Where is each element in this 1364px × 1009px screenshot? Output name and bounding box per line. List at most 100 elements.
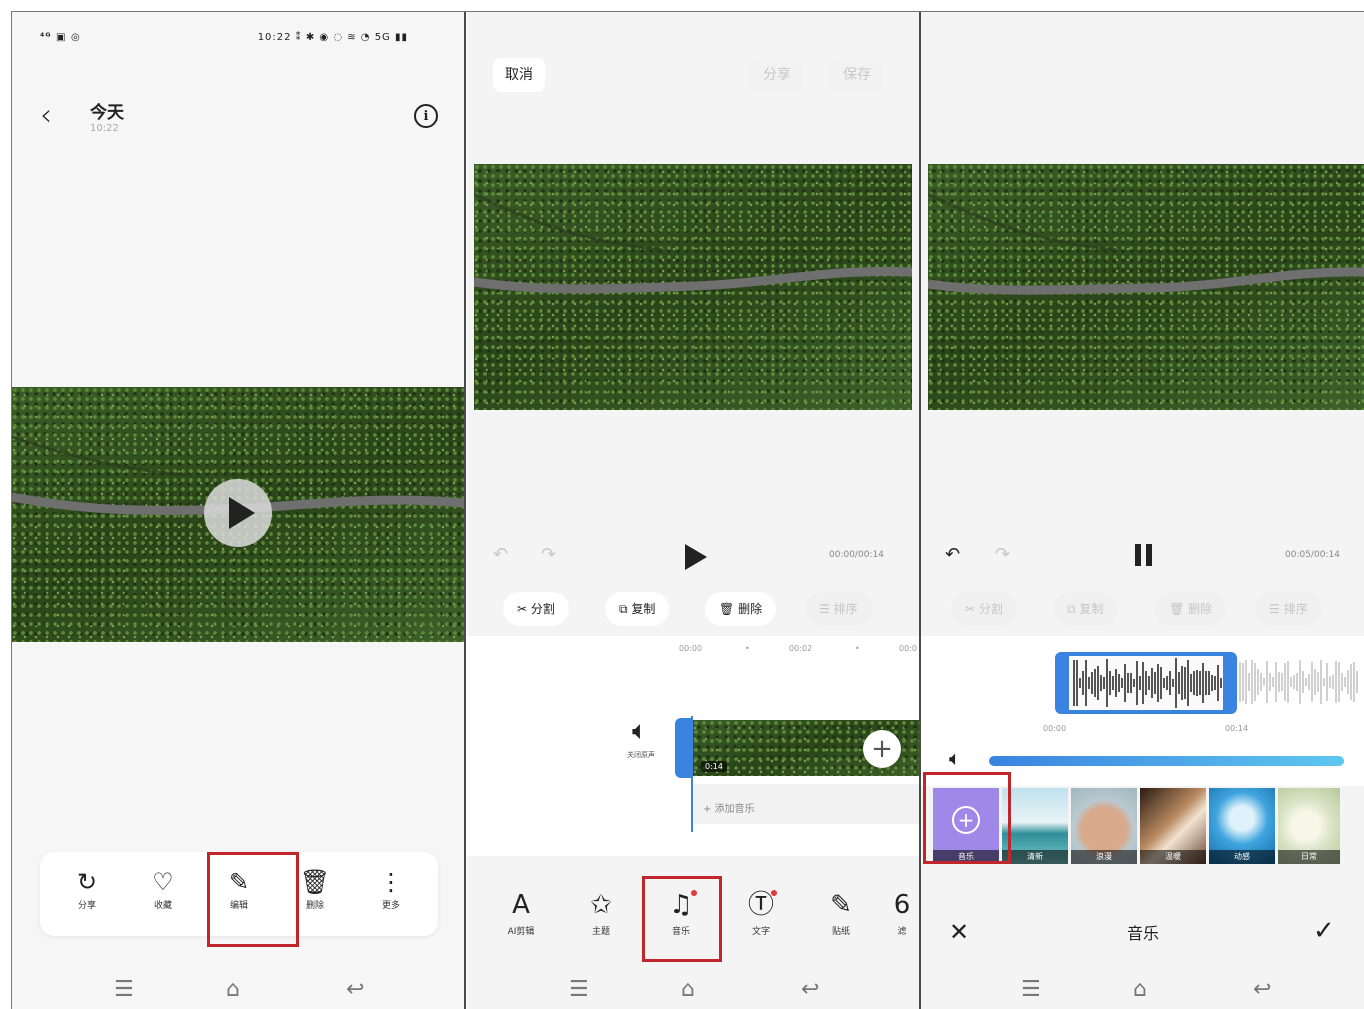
waveform-bar — [1115, 669, 1117, 697]
share-button[interactable]: ↻ 分享 — [52, 852, 122, 936]
waveform-bar — [1208, 671, 1210, 695]
delete-button[interactable]: 🗑 删除 — [1155, 592, 1227, 626]
volume-icon[interactable]: 🔈︎ — [949, 746, 961, 770]
sticker-button[interactable]: ✎ 贴纸 — [811, 890, 871, 937]
share-button[interactable]: 分享 — [751, 58, 803, 92]
waveform-bar — [1284, 662, 1286, 702]
sort-label: 排序 — [1283, 602, 1308, 616]
play-icon[interactable] — [204, 479, 272, 547]
split-button[interactable]: ✂ 分割 — [951, 592, 1017, 626]
waveform-bar — [1350, 663, 1352, 701]
home-nav-icon[interactable]: ⌂ — [226, 977, 240, 1002]
more-icon: ⋮ — [379, 868, 403, 896]
system-nav-bar: ☰ ⌂ ↩ — [12, 973, 464, 1003]
waveform-bar — [1299, 660, 1301, 704]
waveform-bar — [1272, 677, 1274, 687]
waveform-unselected — [1239, 654, 1358, 710]
add-clip-button[interactable]: + — [863, 730, 901, 768]
video-preview[interactable] — [12, 387, 464, 642]
waveform-bar — [1088, 676, 1090, 690]
info-icon[interactable]: i — [414, 104, 438, 128]
menu-nav-icon[interactable]: ☰ — [1021, 977, 1041, 1002]
system-nav-bar: ☰ ⌂ ↩ — [467, 973, 919, 1003]
sort-button[interactable]: ☰ 排序 — [1255, 592, 1322, 626]
waveform-bar — [1220, 678, 1222, 688]
waveform-bar — [1326, 663, 1328, 701]
music-item-daily[interactable]: 日常 — [1278, 788, 1340, 864]
copy-button[interactable]: ⧉ 复制 — [605, 592, 670, 626]
page-subtitle: 10:22 — [90, 123, 119, 134]
pause-icon[interactable] — [1135, 544, 1152, 566]
ai-edit-button[interactable]: A AI剪辑 — [491, 890, 551, 937]
music-item-label: 日常 — [1278, 850, 1340, 864]
waveform-bar — [1187, 660, 1189, 706]
screenshot-root: ⁴ᴳ ▣ ◎ 10:22 ⁑ ✱ ◉ ◌ ≋ ◔ 5G ▮▮ ‹ 今天 10:2… — [0, 0, 1364, 1009]
back-nav-icon[interactable]: ↩ — [1253, 977, 1271, 1002]
text-button[interactable]: Ⓣ 文字 — [731, 890, 791, 937]
waveform-bar — [1254, 662, 1256, 702]
music-item-romantic[interactable]: 浪漫 — [1071, 788, 1137, 864]
road-graphic — [474, 192, 912, 294]
waveform-bar — [1320, 659, 1322, 705]
music-item-dynamic[interactable]: 动感 — [1209, 788, 1275, 864]
gallery-viewer-screen: ⁴ᴳ ▣ ◎ 10:22 ⁑ ✱ ◉ ◌ ≋ ◔ 5G ▮▮ ‹ 今天 10:2… — [12, 12, 464, 1009]
timeline: 00:00 • 00:02 • 00:0 🔈︎ 关闭原声 0:14 + + 添加… — [467, 636, 919, 856]
waveform-bar — [1293, 675, 1295, 689]
trim-handle-left[interactable] — [1059, 656, 1069, 710]
home-nav-icon[interactable]: ⌂ — [681, 977, 695, 1002]
road-graphic — [928, 192, 1364, 295]
favorite-label: 收藏 — [153, 901, 172, 911]
close-icon[interactable]: ✕ — [949, 918, 969, 946]
undo-icon[interactable]: ↶ — [493, 544, 508, 565]
volume-icon[interactable]: 🔈︎ — [632, 716, 648, 747]
back-nav-icon[interactable]: ↩ — [801, 977, 819, 1002]
music-item-warm[interactable]: 温暖 — [1140, 788, 1206, 864]
theme-button[interactable]: ✩ 主题 — [571, 890, 631, 937]
text-icon: Ⓣ — [747, 890, 774, 920]
music-item-label: 浪漫 — [1071, 850, 1137, 864]
back-nav-icon[interactable]: ↩ — [346, 977, 364, 1002]
waveform-bar — [1257, 668, 1259, 696]
video-preview[interactable] — [474, 164, 912, 410]
trim-handle-right[interactable] — [1223, 656, 1233, 710]
theme-icon: ✩ — [590, 890, 612, 920]
volume-slider[interactable] — [989, 756, 1344, 766]
waveform-bar — [1281, 673, 1283, 691]
waveform-bar — [1097, 666, 1099, 700]
sort-button[interactable]: ☰ 排序 — [805, 592, 872, 626]
favorite-button[interactable]: ♡ 收藏 — [128, 852, 198, 936]
delete-button[interactable]: 🗑 删除 — [705, 592, 777, 626]
sort-icon: ☰ — [1269, 602, 1280, 616]
waveform-bar — [1251, 660, 1253, 704]
play-icon[interactable] — [685, 544, 707, 570]
back-icon[interactable]: ‹ — [40, 98, 52, 133]
filter-button[interactable]: 6 滤 — [885, 890, 919, 937]
undo-icon[interactable]: ↶ — [945, 544, 960, 565]
home-nav-icon[interactable]: ⌂ — [1133, 977, 1147, 1002]
menu-nav-icon[interactable]: ☰ — [569, 977, 589, 1002]
waveform-selection[interactable] — [1055, 652, 1237, 714]
cancel-button[interactable]: 取消 — [493, 58, 545, 92]
copy-icon: ⧉ — [1067, 602, 1076, 616]
timecode: 00:05/00:14 — [1285, 550, 1340, 560]
copy-button[interactable]: ⧉ 复制 — [1053, 592, 1118, 626]
waveform-bar — [1124, 664, 1126, 702]
confirm-icon[interactable]: ✓ — [1313, 916, 1335, 946]
redo-icon[interactable]: ↷ — [995, 544, 1010, 565]
music-waveform-area: 00:00 00:14 🔈︎ — [921, 636, 1364, 786]
split-label: 分割 — [978, 602, 1003, 616]
save-button[interactable]: 保存 — [831, 58, 883, 92]
notification-dot — [771, 890, 777, 896]
share-label: 分享 — [77, 901, 96, 911]
waveform-bar — [1332, 675, 1334, 689]
video-preview[interactable] — [928, 164, 1364, 410]
waveform-bar — [1248, 672, 1250, 692]
split-button[interactable]: ✂ 分割 — [503, 592, 569, 626]
more-button[interactable]: ⋮ 更多 — [356, 852, 426, 936]
redo-icon[interactable]: ↷ — [541, 544, 556, 565]
waveform-bar — [1290, 676, 1292, 688]
wave-end-time: 00:14 — [1225, 724, 1249, 733]
music-item-fresh[interactable]: 清新 — [1002, 788, 1068, 864]
add-music-button[interactable]: + 添加音乐 — [703, 800, 755, 815]
menu-nav-icon[interactable]: ☰ — [114, 977, 134, 1002]
